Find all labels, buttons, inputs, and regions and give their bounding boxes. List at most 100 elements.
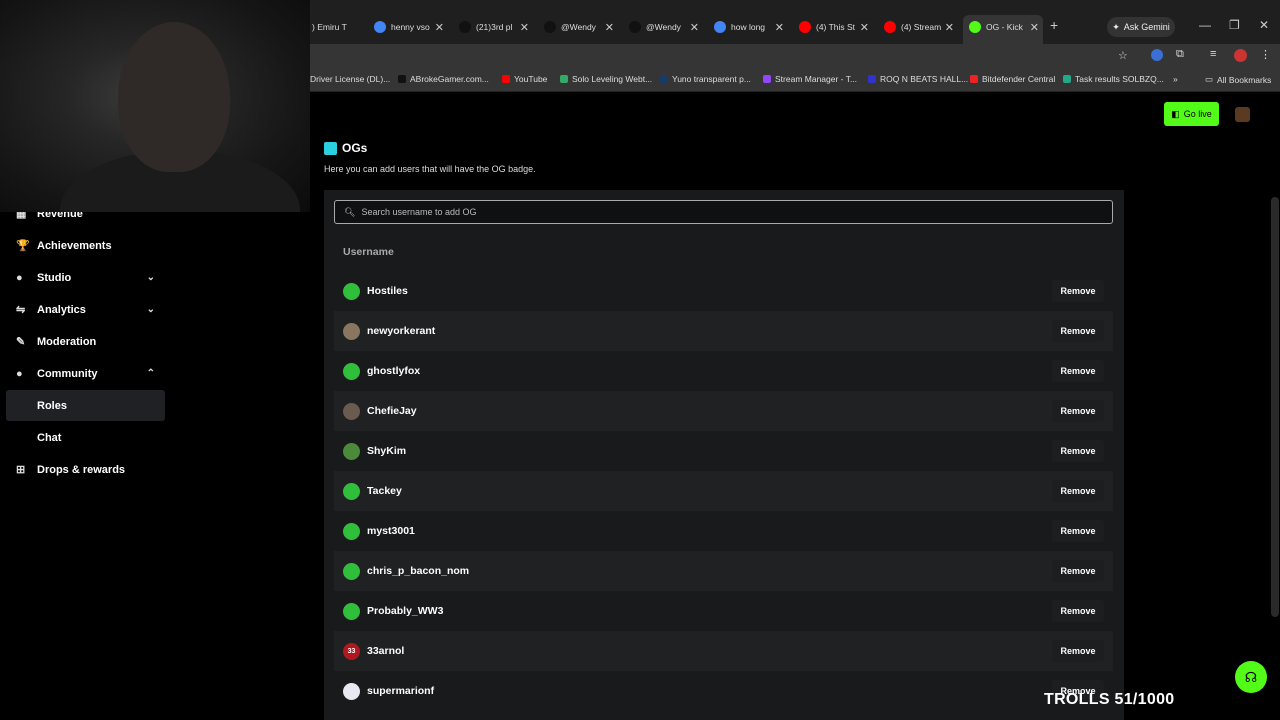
username: newyorkerant — [367, 325, 436, 337]
bookmark-icon — [1063, 75, 1071, 83]
tab-label: @Wendy — [646, 22, 681, 32]
avatar — [343, 602, 360, 620]
gift-icon: ⊞ — [16, 464, 26, 476]
avatar: 33 — [343, 642, 360, 660]
headset-icon: ☊ — [1244, 668, 1258, 685]
bookmark-item[interactable]: ABrokeGamer.com... — [398, 74, 489, 84]
search-input[interactable] — [361, 207, 1062, 217]
username: Hostiles — [367, 285, 408, 297]
close-tab-icon[interactable]: ✕ — [1030, 21, 1039, 34]
avatar — [343, 322, 360, 340]
remove-button[interactable]: Remove — [1052, 560, 1104, 582]
sidebar-item-community[interactable]: ● Community ⌃ — [6, 358, 165, 389]
browser-tab[interactable]: (4) This St ✕ — [793, 15, 873, 39]
remove-button[interactable]: Remove — [1052, 440, 1104, 462]
sidebar-item-moderation[interactable]: ✎ Moderation — [6, 326, 165, 357]
bookmark-item[interactable]: Driver License (DL)... — [310, 74, 390, 84]
remove-button[interactable]: Remove — [1052, 400, 1104, 422]
chevron-down-icon[interactable]: ⌄ — [147, 272, 155, 283]
close-tab-icon[interactable]: ✕ — [775, 21, 784, 34]
more-bookmarks-icon[interactable]: » — [1173, 74, 1178, 84]
menu-icon[interactable]: ⋮ — [1260, 48, 1271, 61]
folder-icon: ▭ — [1205, 74, 1214, 84]
media-icon[interactable]: ≡ — [1210, 48, 1216, 60]
go-live-button[interactable]: ◧ Go live — [1164, 102, 1219, 126]
tab-label: @Wendy — [561, 22, 596, 32]
browser-tab[interactable]: how long ✕ — [708, 15, 788, 39]
username: ghostlyfox — [367, 365, 421, 377]
scrollbar[interactable] — [1271, 197, 1279, 617]
sidebar-item-achievements[interactable]: 🏆 Achievements — [6, 230, 165, 261]
bookmark-item[interactable]: Stream Manager - T... — [763, 74, 857, 84]
user-avatar[interactable] — [1235, 107, 1250, 122]
sidebar-item-label: Roles — [37, 399, 67, 412]
browser-tab[interactable]: @Wendy ✕ — [623, 15, 703, 39]
bookmark-item[interactable]: Task results SOLBZQ... — [1063, 74, 1164, 84]
bookmark-icon — [970, 75, 978, 83]
chevron-up-icon[interactable]: ⌃ — [147, 368, 155, 379]
avatar — [343, 442, 360, 460]
tiktok-icon — [629, 21, 641, 33]
kick-icon — [969, 21, 981, 33]
bookmark-item[interactable]: Yuno transparent p... — [660, 74, 751, 84]
avatar — [343, 522, 360, 540]
bookmark-icon — [502, 75, 510, 83]
tab-label: (4) Stream — [901, 22, 942, 32]
sidebar-item-drops-rewards[interactable]: ⊞ Drops & rewards — [6, 454, 165, 485]
profile-avatar[interactable] — [1234, 49, 1247, 62]
close-tab-icon[interactable]: ✕ — [690, 21, 699, 34]
remove-button[interactable]: Remove — [1052, 280, 1104, 302]
help-button[interactable]: ☊ — [1235, 661, 1267, 693]
remove-button[interactable]: Remove — [1052, 360, 1104, 382]
remove-button[interactable]: Remove — [1052, 480, 1104, 502]
username: 33arnol — [367, 645, 405, 657]
browser-tab[interactable]: OG - Kick ✕ — [963, 15, 1043, 44]
puzzle-icon[interactable]: ⧉ — [1176, 48, 1184, 61]
sidebar-item-roles[interactable]: Roles — [6, 390, 165, 421]
remove-button[interactable]: Remove — [1052, 320, 1104, 342]
remove-button[interactable]: Remove — [1052, 520, 1104, 542]
bookmark-item[interactable]: Solo Leveling Webt... — [560, 74, 652, 84]
close-tab-icon[interactable]: ✕ — [520, 21, 529, 34]
all-bookmarks[interactable]: ▭ All Bookmarks — [1205, 74, 1271, 85]
google-icon — [714, 21, 726, 33]
star-icon[interactable]: ☆ — [1118, 49, 1128, 62]
browser-tab[interactable]: (21)3rd pl ✕ — [453, 15, 533, 39]
page-title: OGs — [324, 141, 367, 155]
sidebar-item-analytics[interactable]: ⇋ Analytics ⌄ — [6, 294, 165, 325]
sidebar-item-chat[interactable]: Chat — [6, 422, 165, 453]
close-tab-icon[interactable]: ✕ — [945, 21, 954, 34]
browser-tab[interactable]: @Wendy ✕ — [538, 15, 618, 39]
username: chris_p_bacon_nom — [367, 565, 470, 577]
webcam-overlay — [0, 0, 310, 212]
bookmark-item[interactable]: Bitdefender Central — [970, 74, 1055, 84]
browser-tab[interactable]: (4) Stream ✕ — [878, 15, 958, 39]
search-box[interactable]: 🔍︎ — [334, 200, 1113, 224]
webcam-person-head — [118, 22, 230, 172]
remove-button[interactable]: Remove — [1052, 640, 1104, 662]
browser-tab[interactable]: henny vso ✕ — [368, 15, 448, 39]
avatar — [343, 482, 360, 500]
chevron-down-icon[interactable]: ⌄ — [147, 304, 155, 315]
close-tab-icon[interactable]: ✕ — [860, 21, 869, 34]
bookmark-icon — [763, 75, 771, 83]
sidebar-item-studio[interactable]: ● Studio ⌄ — [6, 262, 165, 293]
bookmark-item[interactable]: ROQ N BEATS HALL... — [868, 74, 968, 84]
tab-label: (4) This St — [816, 22, 856, 32]
og-title: OGs — [342, 141, 368, 155]
new-tab-icon[interactable]: + — [1050, 17, 1058, 33]
bookmark-item[interactable]: YouTube — [502, 74, 547, 84]
remove-button[interactable]: Remove — [1052, 600, 1104, 622]
close-tab-icon[interactable]: ✕ — [435, 21, 444, 34]
restore-icon[interactable]: ❐ — [1229, 18, 1240, 32]
minimize-icon[interactable]: — — [1199, 18, 1211, 32]
table-row: ShyKim Remove — [334, 431, 1113, 471]
ask-gemini-button[interactable]: ✦ Ask Gemini — [1107, 17, 1175, 37]
analytics-icon: ⇋ — [16, 304, 26, 316]
sidebar-item-label: Community — [37, 367, 98, 380]
sidebar-item-label: Chat — [37, 431, 62, 444]
extension-icon[interactable] — [1151, 49, 1163, 61]
close-tab-icon[interactable]: ✕ — [605, 21, 614, 34]
close-window-icon[interactable]: ✕ — [1259, 18, 1269, 32]
avatar — [343, 402, 360, 420]
